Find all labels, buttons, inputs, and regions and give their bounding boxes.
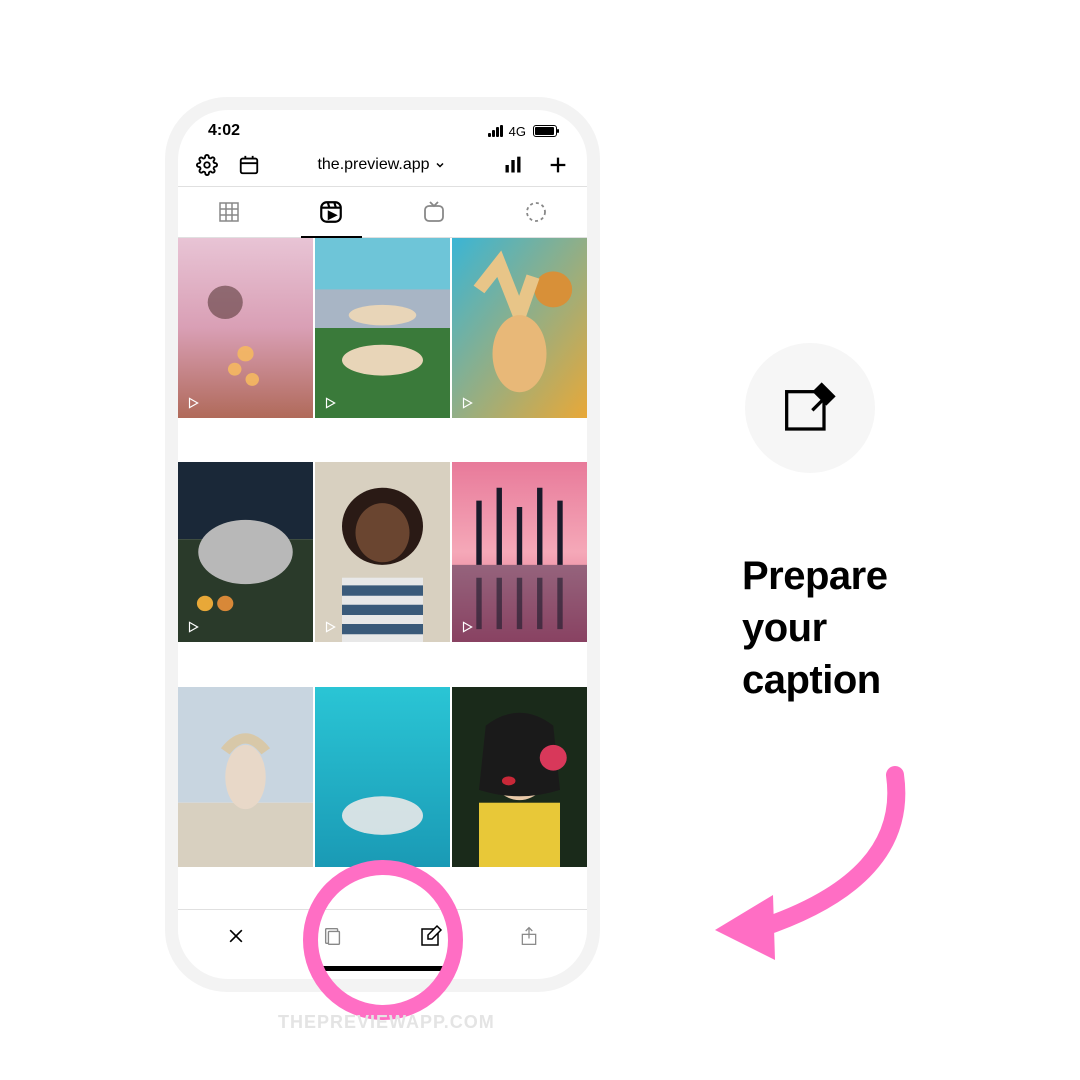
status-right: 4G — [488, 124, 557, 139]
grid-item[interactable] — [315, 238, 450, 418]
phone-frame: 4:02 4G the.preview.app — [165, 97, 600, 992]
grid-item[interactable] — [452, 687, 587, 867]
content-grid — [178, 238, 587, 909]
tab-igtv[interactable] — [383, 187, 485, 237]
close-icon[interactable] — [226, 926, 246, 946]
network-label: 4G — [509, 124, 526, 139]
grid-item[interactable] — [452, 462, 587, 642]
watermark: THEPREVIEWAPP.COM — [278, 1012, 495, 1033]
home-indicator — [313, 966, 453, 971]
play-icon — [186, 396, 200, 410]
grid-item[interactable] — [315, 687, 450, 867]
grid-item[interactable] — [178, 462, 313, 642]
copy-icon[interactable] — [322, 925, 344, 947]
grid-item[interactable] — [452, 238, 587, 418]
arrow-icon — [695, 760, 935, 970]
callout-line: Prepare — [742, 550, 887, 602]
tab-reels[interactable] — [280, 187, 382, 237]
add-icon[interactable] — [547, 154, 569, 176]
grid-item[interactable] — [178, 238, 313, 418]
battery-icon — [533, 125, 557, 137]
play-icon — [323, 396, 337, 410]
play-icon — [460, 620, 474, 634]
bottom-toolbar — [178, 909, 587, 956]
analytics-icon[interactable] — [503, 155, 523, 175]
callout-icon-circle — [745, 343, 875, 473]
content-tabs — [178, 186, 587, 238]
app-header: the.preview.app — [178, 146, 587, 186]
tab-stories[interactable] — [485, 187, 587, 237]
callout-text: Prepare your caption — [742, 550, 887, 706]
play-icon — [323, 620, 337, 634]
chevron-down-icon — [434, 159, 446, 171]
account-switcher[interactable]: the.preview.app — [317, 156, 445, 174]
grid-item[interactable] — [315, 462, 450, 642]
phone-screen: 4:02 4G the.preview.app — [178, 110, 587, 979]
caption-edit-icon[interactable] — [419, 924, 443, 948]
share-icon[interactable] — [519, 925, 539, 947]
callout-line: caption — [742, 654, 887, 706]
account-name-label: the.preview.app — [317, 156, 429, 174]
tab-grid[interactable] — [178, 187, 280, 237]
callout-line: your — [742, 602, 887, 654]
status-time: 4:02 — [208, 122, 240, 140]
play-icon — [186, 620, 200, 634]
signal-icon — [488, 125, 503, 137]
grid-item[interactable] — [178, 687, 313, 867]
status-bar: 4:02 4G — [178, 110, 587, 146]
edit-icon — [782, 380, 838, 436]
calendar-icon[interactable] — [238, 154, 260, 176]
settings-icon[interactable] — [196, 154, 218, 176]
play-icon — [460, 396, 474, 410]
